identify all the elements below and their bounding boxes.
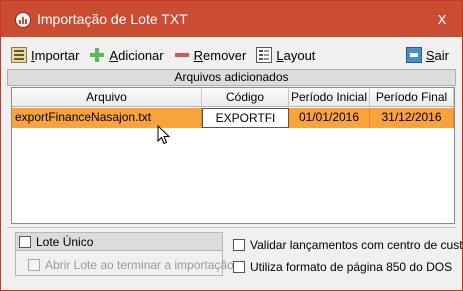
chart-app-icon — [15, 12, 31, 28]
sair-button[interactable]: Sair — [402, 44, 455, 66]
formato-checkbox[interactable]: Utiliza formato de página 850 do DOS — [233, 260, 452, 274]
toolbar: Importar Adicionar Remover Layout Sair — [7, 43, 457, 67]
mouse-cursor-icon — [157, 125, 171, 145]
sair-label: Sair — [425, 47, 449, 63]
column-header-periodo-inicial[interactable]: Período Inicial — [289, 88, 370, 106]
exit-icon — [405, 47, 422, 63]
remover-label: Remover — [193, 47, 247, 63]
validar-label: Validar lançamentos com centro de custo — [250, 238, 463, 252]
lote-group-header: Lote Único — [16, 233, 222, 251]
column-header-periodo-final[interactable]: Período Final — [370, 88, 454, 106]
importar-button[interactable]: Importar — [7, 44, 85, 66]
lote-unico-label: Lote Único — [36, 235, 94, 249]
abrir-lote-checkbox[interactable]: Abrir Lote ao terminar a importação — [28, 258, 234, 272]
importar-label: Importar — [31, 47, 80, 63]
cell-codigo[interactable]: EXPORTFI — [202, 108, 289, 128]
formato-label: Utiliza formato de página 850 do DOS — [250, 260, 453, 274]
column-header-codigo[interactable]: Código — [202, 88, 289, 106]
adicionar-button[interactable]: Adicionar — [85, 44, 169, 66]
title-bar: Importação de Lote TXT x — [1, 1, 462, 37]
cell-periodo-final[interactable]: 31/12/2016 — [370, 108, 454, 128]
validar-checkbox[interactable]: Validar lançamentos com centro de custo — [233, 238, 463, 252]
cell-periodo-inicial[interactable]: 01/01/2016 — [289, 108, 370, 128]
checkbox-icon[interactable] — [28, 259, 40, 271]
abrir-lote-label: Abrir Lote ao terminar a importação — [45, 258, 234, 272]
checkbox-icon[interactable] — [233, 261, 245, 273]
remover-button[interactable]: Remover — [170, 44, 253, 66]
column-header-arquivo[interactable]: Arquivo — [12, 88, 202, 106]
checkbox-icon[interactable] — [233, 239, 245, 251]
layout-button[interactable]: Layout — [252, 44, 321, 66]
section-header: Arquivos adicionados — [7, 69, 456, 86]
minus-icon — [174, 47, 190, 63]
import-window: Importação de Lote TXT x Importar Adicio… — [0, 0, 463, 291]
table-row[interactable]: exportFinanceNasajon.txt EXPORTFI 01/01/… — [12, 108, 454, 128]
checkbox-icon[interactable] — [19, 236, 31, 248]
close-button[interactable]: x — [432, 9, 452, 29]
adicionar-label: Adicionar — [109, 47, 164, 63]
divider — [7, 227, 456, 228]
lote-unico-checkbox[interactable]: Lote Único — [19, 235, 93, 249]
layout-icon — [256, 47, 273, 63]
layout-label: Layout — [276, 47, 316, 63]
plus-icon — [89, 47, 105, 63]
grid-header: Arquivo Código Período Inicial Período F… — [12, 88, 454, 107]
window-title: Importação de Lote TXT — [37, 11, 188, 27]
cell-arquivo[interactable]: exportFinanceNasajon.txt — [12, 108, 202, 128]
lote-group: Lote Único Abrir Lote ao terminar a impo… — [15, 232, 234, 276]
files-grid[interactable]: Arquivo Código Período Inicial Período F… — [11, 87, 455, 224]
import-icon — [11, 47, 27, 63]
